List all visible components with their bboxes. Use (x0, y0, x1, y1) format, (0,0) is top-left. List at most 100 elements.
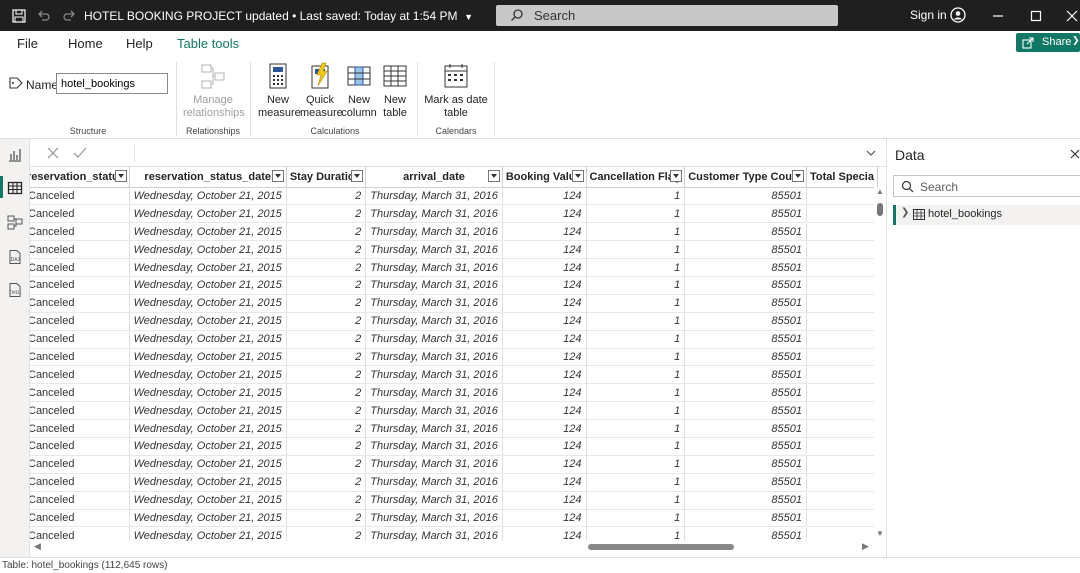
table-cell[interactable]: 1 (586, 294, 686, 313)
table-cell[interactable]: 85501 (684, 526, 807, 542)
sign-in-link[interactable]: Sign in (910, 8, 947, 22)
table-row[interactable]: Canceled Wednesday, October 21, 2015 2 Thur… (30, 187, 878, 206)
chevron-down-icon[interactable]: ▼ (464, 12, 473, 22)
table-cell[interactable] (806, 365, 878, 385)
table-cell[interactable]: Thursday, March 31, 2016 (365, 401, 503, 421)
table-cell[interactable]: Wednesday, October 21, 2015 (129, 204, 287, 224)
horizontal-scrollbar[interactable]: ◀ ▶ (30, 541, 878, 553)
table-row[interactable]: Canceled Wednesday, October 21, 2015 2 Thur… (30, 419, 878, 438)
column-filter-dropdown-icon[interactable] (114, 170, 127, 182)
column-filter-dropdown-icon[interactable] (670, 170, 683, 182)
table-row[interactable]: Canceled Wednesday, October 21, 2015 2 Thur… (30, 509, 878, 528)
column-filter-dropdown-icon[interactable] (271, 170, 284, 182)
table-cell[interactable]: 2 (286, 473, 367, 492)
table-cell[interactable] (806, 276, 878, 295)
table-cell[interactable]: 85501 (684, 455, 807, 474)
table-cell[interactable]: 124 (502, 187, 587, 206)
table-cell[interactable]: 1 (586, 187, 686, 206)
table-cell[interactable]: 2 (286, 401, 367, 421)
table-cell[interactable] (806, 258, 878, 277)
table-cell[interactable]: Canceled (30, 204, 130, 224)
table-cell[interactable]: 85501 (684, 365, 807, 385)
table-cell[interactable]: Thursday, March 31, 2016 (365, 312, 503, 331)
table-cell[interactable]: 124 (502, 276, 587, 295)
table-cell[interactable]: 124 (502, 330, 587, 349)
table-cell[interactable]: 2 (286, 491, 367, 510)
table-cell[interactable]: 124 (502, 348, 587, 367)
column-header[interactable]: arrival_date (365, 167, 503, 188)
table-cell[interactable]: Thursday, March 31, 2016 (365, 437, 503, 456)
table-cell[interactable]: Canceled (30, 473, 130, 492)
table-cell[interactable]: 1 (586, 240, 686, 260)
new-column-button[interactable]: New column (340, 62, 378, 120)
table-row[interactable]: Canceled Wednesday, October 21, 2015 2 Thur… (30, 473, 878, 492)
table-cell[interactable]: 124 (502, 455, 587, 474)
table-row[interactable]: Canceled Wednesday, October 21, 2015 2 Thur… (30, 312, 878, 331)
table-cell[interactable]: Wednesday, October 21, 2015 (129, 419, 287, 438)
table-cell[interactable]: Thursday, March 31, 2016 (365, 491, 503, 510)
close-pane-icon[interactable] (1069, 148, 1080, 160)
table-cell[interactable]: 1 (586, 473, 686, 492)
table-cell[interactable]: 85501 (684, 348, 807, 367)
table-cell[interactable]: 1 (586, 509, 686, 528)
table-cell[interactable]: Canceled (30, 312, 130, 331)
table-cell[interactable]: Canceled (30, 222, 130, 242)
table-cell[interactable]: Thursday, March 31, 2016 (365, 348, 503, 367)
table-cell[interactable]: Wednesday, October 21, 2015 (129, 455, 287, 474)
table-cell[interactable]: Thursday, March 31, 2016 (365, 383, 503, 403)
new-measure-button[interactable]: New measure (258, 62, 301, 120)
table-cell[interactable] (806, 330, 878, 349)
table-cell[interactable]: Wednesday, October 21, 2015 (129, 491, 287, 510)
expand-formula-icon[interactable] (866, 149, 876, 157)
data-pane-search[interactable]: Search (893, 175, 1080, 197)
column-header[interactable]: Cancellation Flag (586, 167, 686, 188)
table-cell[interactable]: Canceled (30, 526, 130, 542)
table-cell[interactable]: Canceled (30, 491, 130, 510)
table-cell[interactable]: Thursday, March 31, 2016 (365, 365, 503, 385)
column-header[interactable]: Stay Duration (286, 167, 367, 188)
table-cell[interactable]: 1 (586, 383, 686, 403)
table-cell[interactable]: 124 (502, 491, 587, 510)
table-row[interactable]: Canceled Wednesday, October 21, 2015 2 Thur… (30, 491, 878, 510)
table-cell[interactable]: 2 (286, 187, 367, 206)
table-cell[interactable]: 85501 (684, 437, 807, 456)
chevron-right-icon[interactable]: ❯ (901, 207, 909, 218)
table-cell[interactable]: 1 (586, 204, 686, 224)
table-cell[interactable]: Wednesday, October 21, 2015 (129, 526, 287, 542)
table-row[interactable]: Canceled Wednesday, October 21, 2015 2 Thur… (30, 204, 878, 224)
table-cell[interactable]: 2 (286, 383, 367, 403)
table-row[interactable]: Canceled Wednesday, October 21, 2015 2 Thur… (30, 526, 878, 542)
column-header[interactable]: Booking Value (502, 167, 587, 188)
table-cell[interactable]: Thursday, March 31, 2016 (365, 187, 503, 206)
table-cell[interactable]: 2 (286, 419, 367, 438)
table-cell[interactable]: Thursday, March 31, 2016 (365, 240, 503, 260)
table-cell[interactable]: 85501 (684, 419, 807, 438)
table-cell[interactable]: Canceled (30, 240, 130, 260)
table-row[interactable]: Canceled Wednesday, October 21, 2015 2 Thur… (30, 401, 878, 421)
table-cell[interactable]: 2 (286, 365, 367, 385)
table-cell[interactable]: 85501 (684, 294, 807, 313)
table-cell[interactable]: 85501 (684, 383, 807, 403)
table-cell[interactable]: 85501 (684, 509, 807, 528)
table-cell[interactable]: 1 (586, 526, 686, 542)
tab-table-tools[interactable]: Table tools (177, 36, 239, 51)
report-view-icon[interactable] (7, 147, 23, 163)
table-cell[interactable]: Canceled (30, 187, 130, 206)
table-cell[interactable]: Canceled (30, 437, 130, 456)
table-cell[interactable]: 124 (502, 312, 587, 331)
table-row[interactable]: Canceled Wednesday, October 21, 2015 2 Thur… (30, 222, 878, 242)
document-title[interactable]: HOTEL BOOKING PROJECT updated • Last sav… (84, 9, 473, 23)
table-cell[interactable]: 85501 (684, 312, 807, 331)
quick-measure-button[interactable]: Quick measure (300, 62, 343, 120)
column-filter-dropdown-icon[interactable] (571, 170, 584, 182)
table-cell[interactable] (806, 240, 878, 260)
table-cell[interactable]: 124 (502, 526, 587, 542)
global-search-box[interactable]: Search (496, 5, 838, 26)
table-cell[interactable]: 2 (286, 276, 367, 295)
scroll-right-icon[interactable]: ▶ (862, 541, 869, 552)
table-cell[interactable]: 1 (586, 258, 686, 277)
new-table-button[interactable]: New table (378, 62, 412, 120)
table-cell[interactable]: 124 (502, 383, 587, 403)
table-cell[interactable]: 1 (586, 419, 686, 438)
table-cell[interactable]: Canceled (30, 258, 130, 277)
